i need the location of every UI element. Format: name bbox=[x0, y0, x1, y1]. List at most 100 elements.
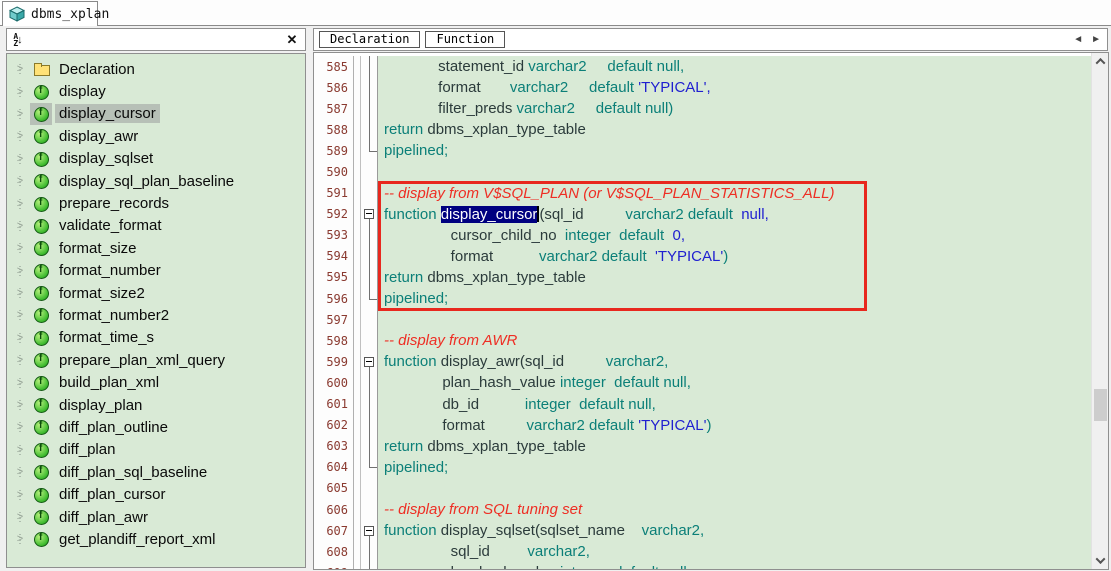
line-number: 602 bbox=[314, 414, 354, 436]
expand-chevron-icon[interactable]: > bbox=[13, 130, 27, 143]
function-icon bbox=[33, 240, 49, 257]
function-button[interactable]: Function bbox=[425, 31, 506, 48]
clear-filter-icon[interactable]: ✕ bbox=[279, 29, 305, 50]
function-icon bbox=[33, 375, 49, 391]
tree-item-get-plandiff-report-xml[interactable]: > get_plandiff_report_xml bbox=[7, 528, 305, 550]
sort-az-icon[interactable]: A Z ↓ bbox=[7, 29, 29, 50]
expand-chevron-icon[interactable]: > bbox=[13, 421, 27, 434]
code-token: integer default null, bbox=[559, 374, 691, 392]
tree-item-display-cursor[interactable]: > display_cursor bbox=[7, 103, 305, 125]
expand-chevron-icon[interactable]: > bbox=[13, 331, 27, 344]
expand-chevron-icon[interactable]: > bbox=[13, 309, 27, 322]
tree-item-build-plan-xml[interactable]: > build_plan_xml bbox=[7, 371, 305, 393]
nav-right-icon[interactable]: ► bbox=[1091, 34, 1101, 45]
expand-chevron-icon[interactable]: > bbox=[13, 63, 27, 76]
scrollbar-thumb[interactable] bbox=[1094, 389, 1107, 421]
expand-chevron-icon[interactable]: > bbox=[13, 242, 27, 255]
expand-chevron-icon[interactable]: > bbox=[13, 511, 27, 523]
tab-label: dbms_xplan bbox=[31, 6, 110, 22]
tree-item-display-sqlset[interactable]: > display_sqlset bbox=[7, 148, 305, 170]
code-token: varchar2 default bbox=[526, 416, 639, 434]
code-editor[interactable]: 585 statement_id varchar2 default null, 5… bbox=[313, 52, 1109, 570]
line-number: 600 bbox=[314, 372, 354, 394]
tree-item-diff-plan-cursor[interactable]: > diff_plan_cursor bbox=[7, 483, 305, 505]
selected-word: display_cursor bbox=[440, 205, 538, 223]
fold-collapse-icon[interactable] bbox=[364, 525, 374, 536]
tree-item-display-sql-plan-baseline[interactable]: > display_sql_plan_baseline bbox=[7, 170, 305, 192]
bookmark-margin bbox=[354, 351, 361, 373]
code-area[interactable]: 585 statement_id varchar2 default null, 5… bbox=[314, 53, 1091, 569]
code-text: format varchar2 default 'TYPICAL') bbox=[377, 414, 1091, 436]
expand-chevron-icon[interactable]: > bbox=[13, 466, 27, 479]
tree-item-diff-plan-outline[interactable]: > diff_plan_outline bbox=[7, 416, 305, 438]
tree-item-format-number[interactable]: > format_number bbox=[7, 260, 305, 282]
tab-dbms-xplan[interactable]: dbms_xplan bbox=[2, 1, 109, 26]
tree-item-format-number2[interactable]: > format_number2 bbox=[7, 304, 305, 326]
tree-item-label: diff_plan_outline bbox=[59, 418, 168, 436]
code-text bbox=[377, 477, 1091, 499]
code-text: return dbms_xplan_type_table bbox=[377, 119, 1091, 141]
filter-input[interactable] bbox=[29, 29, 279, 50]
code-text: -- display from SQL tuning set bbox=[377, 498, 1091, 521]
tree-item-diff-plan[interactable]: > diff_plan bbox=[7, 439, 305, 461]
expand-chevron-icon[interactable]: > bbox=[13, 85, 27, 98]
expand-chevron-icon[interactable]: > bbox=[13, 107, 27, 120]
expand-chevron-icon[interactable]: > bbox=[13, 443, 27, 456]
fold-collapse-icon[interactable] bbox=[364, 356, 374, 367]
tree-item-format-time-s[interactable]: > format_time_s bbox=[7, 327, 305, 349]
tree-item-diff-plan-sql-baseline[interactable]: > diff_plan_sql_baseline bbox=[7, 461, 305, 483]
tree-item-label: diff_plan_sql_baseline bbox=[59, 463, 208, 481]
tree-item-display[interactable]: > display bbox=[7, 80, 305, 102]
tree-item-prepare-plan-xml-query[interactable]: > prepare_plan_xml_query bbox=[7, 349, 305, 371]
expand-chevron-icon[interactable]: > bbox=[13, 264, 27, 277]
code-text: statement_id varchar2 default null, bbox=[377, 56, 1091, 78]
code-text: -- display from V$SQL_PLAN (or V$SQL_PLA… bbox=[377, 182, 1091, 204]
tree-item-label: display bbox=[59, 83, 106, 101]
nav-left-icon[interactable]: ◄ bbox=[1073, 34, 1083, 45]
scroll-down-icon[interactable] bbox=[1092, 552, 1108, 569]
expand-chevron-icon[interactable]: > bbox=[13, 399, 27, 412]
tree-item-diff-plan-awr[interactable]: > diff_plan_awr bbox=[7, 506, 305, 528]
code-line: 591 -- display from V$SQL_PLAN (or V$SQL_… bbox=[314, 182, 1091, 204]
scroll-up-icon[interactable] bbox=[1092, 53, 1108, 70]
line-number: 594 bbox=[314, 245, 354, 267]
tree-item-display-awr[interactable]: > display_awr bbox=[7, 125, 305, 147]
expand-chevron-icon[interactable]: > bbox=[13, 152, 27, 165]
tree-item-Declaration[interactable]: > Declaration bbox=[7, 58, 305, 80]
code-text: pipelined; bbox=[377, 456, 1091, 478]
fold-margin bbox=[361, 477, 377, 499]
declaration-button[interactable]: Declaration bbox=[319, 31, 421, 48]
expand-chevron-icon[interactable]: > bbox=[13, 219, 27, 232]
fold-margin bbox=[361, 309, 377, 331]
code-line: 585 statement_id varchar2 default null, bbox=[314, 56, 1091, 78]
code-token: varchar2, bbox=[641, 522, 705, 540]
code-token: varchar2, bbox=[605, 353, 669, 371]
bookmark-margin bbox=[354, 330, 361, 352]
expand-chevron-icon[interactable]: > bbox=[13, 533, 27, 546]
code-token: varchar2, bbox=[527, 543, 590, 561]
vertical-scrollbar[interactable] bbox=[1091, 53, 1108, 569]
tree-item-display-plan[interactable]: > display_plan bbox=[7, 394, 305, 416]
expand-chevron-icon[interactable]: > bbox=[13, 287, 27, 300]
fold-margin bbox=[361, 119, 377, 141]
expand-chevron-icon[interactable]: > bbox=[13, 175, 27, 188]
fold-margin bbox=[361, 414, 377, 436]
tree-item-format-size2[interactable]: > format_size2 bbox=[7, 282, 305, 304]
line-number: 589 bbox=[314, 140, 354, 162]
code-token: pipelined; bbox=[384, 290, 449, 308]
fold-collapse-icon[interactable] bbox=[364, 209, 374, 220]
tree-item-validate-format[interactable]: > validate_format bbox=[7, 215, 305, 237]
code-token: format bbox=[384, 416, 527, 434]
code-text: function display_sqlset(sqlset_name varc… bbox=[377, 520, 1091, 542]
expand-chevron-icon[interactable]: > bbox=[13, 354, 27, 367]
tree-item-format-size[interactable]: > format_size bbox=[7, 237, 305, 259]
code-text: format varchar2 default 'TYPICAL', bbox=[377, 77, 1091, 99]
expand-chevron-icon[interactable]: > bbox=[13, 376, 27, 389]
expand-chevron-icon[interactable]: > bbox=[13, 488, 27, 501]
line-number: 604 bbox=[314, 456, 354, 478]
expand-chevron-icon[interactable]: > bbox=[13, 197, 27, 210]
tree-item-prepare-records[interactable]: > prepare_records bbox=[7, 192, 305, 214]
code-token: return bbox=[384, 121, 428, 139]
function-icon bbox=[33, 285, 49, 302]
object-tree: > Declaration > display > display_cursor > disp… bbox=[6, 53, 306, 568]
